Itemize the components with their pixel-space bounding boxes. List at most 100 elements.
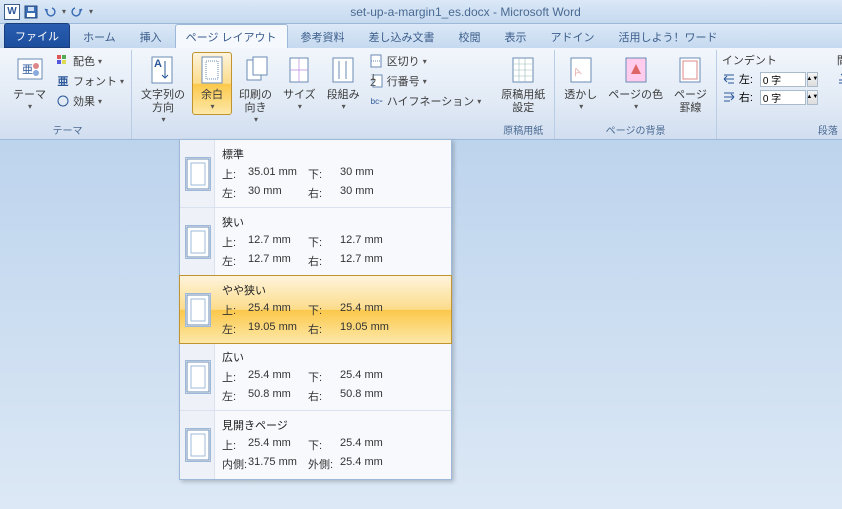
colors-icon: [55, 53, 71, 69]
margin-option-0[interactable]: 標準 上:35.01 mm下:30 mm 左:30 mm右:30 mm: [180, 140, 451, 208]
spinner[interactable]: ▲▼: [807, 90, 818, 105]
tab-home[interactable]: ホーム: [72, 24, 127, 48]
themes-button[interactable]: 亜 テーマ ▾: [9, 52, 50, 115]
group-genkou-label: 原稿用紙: [497, 121, 549, 139]
theme-fonts-button[interactable]: 亜フォント▾: [53, 72, 126, 90]
page-borders-button[interactable]: ページ 罫線: [670, 52, 711, 118]
effects-label: 効果: [73, 93, 95, 109]
indent-heading: インデント: [722, 52, 819, 68]
spinner[interactable]: ▲▼: [807, 72, 818, 87]
tab-extra[interactable]: 活用しよう！ワード: [608, 24, 729, 48]
page-color-button[interactable]: ページの色▾: [604, 52, 667, 115]
hyphenation-button[interactable]: bc-ハイフネーション▾: [367, 92, 484, 110]
tab-review[interactable]: 校閲: [448, 24, 492, 48]
theme-colors-button[interactable]: 配色▾: [53, 52, 126, 70]
ribbon-tabs: ファイル ホーム 挿入 ページ レイアウト 参考資料 差し込み文書 校閲 表示 …: [0, 24, 842, 48]
tab-view[interactable]: 表示: [494, 24, 538, 48]
tab-mailings[interactable]: 差し込み文書: [358, 24, 446, 48]
group-themes-label: テーマ: [9, 121, 126, 139]
group-themes: 亜 テーマ ▾ 配色▾ 亜フォント▾ 効果▾ テーマ: [4, 50, 132, 139]
tab-page-layout[interactable]: ページ レイアウト: [175, 24, 288, 48]
indent-right-input[interactable]: [760, 90, 806, 105]
line-numbers-icon: 12: [369, 73, 385, 89]
chevron-down-icon: ▾: [28, 102, 32, 112]
indent-left-label: 左:: [739, 71, 759, 87]
genkou-label: 原稿用紙 設定: [501, 89, 545, 115]
group-genkou: 原稿用紙 設定 原稿用紙: [492, 50, 555, 139]
page-borders-icon: [674, 55, 706, 87]
page-color-icon: [620, 55, 652, 87]
themes-label: テーマ: [13, 89, 46, 102]
margin-thumb-icon: [185, 360, 211, 394]
title-bar: W ▾ ▾ set-up-a-margin1_es.docx - Microso…: [0, 0, 842, 24]
watermark-button[interactable]: A透かし▾: [560, 52, 601, 115]
size-label: サイズ: [283, 89, 316, 102]
margin-option-values: 上:12.7 mm下:12.7 mm 左:12.7 mm右:12.7 mm: [222, 234, 443, 269]
tab-addin[interactable]: アドイン: [540, 24, 606, 48]
columns-label: 段組み: [327, 89, 360, 102]
ribbon: 亜 テーマ ▾ 配色▾ 亜フォント▾ 効果▾ テーマ A文字列の 方向▾ 余白▾…: [0, 48, 842, 140]
breaks-label: 区切り: [387, 53, 420, 69]
margin-option-title: やや狭い: [222, 282, 443, 298]
group-paragraph: インデント 左: ▲▼ 右: ▲▼ 間隔 前:: [717, 50, 842, 139]
indent-left-icon: [722, 72, 738, 86]
margin-option-title: 広い: [222, 349, 443, 365]
indent-left-input[interactable]: [760, 72, 806, 87]
margin-thumb-icon: [185, 225, 211, 259]
genkou-button[interactable]: 原稿用紙 設定: [497, 52, 549, 118]
margin-thumb-icon: [185, 428, 211, 462]
orientation-button[interactable]: 印刷の 向き▾: [235, 52, 276, 128]
fonts-icon: 亜: [55, 73, 71, 89]
svg-text:亜: 亜: [22, 64, 33, 76]
size-button[interactable]: サイズ▾: [279, 52, 320, 115]
tab-file[interactable]: ファイル: [4, 23, 70, 48]
text-direction-label: 文字列の 方向: [141, 89, 185, 115]
watermark-icon: A: [565, 55, 597, 87]
window-title: set-up-a-margin1_es.docx - Microsoft Wor…: [93, 5, 838, 19]
columns-icon: [327, 55, 359, 87]
orientation-label: 印刷の 向き: [239, 89, 272, 115]
group-page-setup: A文字列の 方向▾ 余白▾ 印刷の 向き▾ サイズ▾ 段組み▾ 区切り▾ 12行…: [132, 50, 488, 139]
hyphenation-icon: bc-: [369, 93, 385, 109]
themes-icon: 亜: [14, 55, 46, 87]
group-background-label: ページの背景: [560, 121, 711, 139]
margin-option-title: 見開きページ: [222, 417, 443, 433]
hyphenation-label: ハイフネーション: [387, 93, 475, 109]
margin-option-values: 上:35.01 mm下:30 mm 左:30 mm右:30 mm: [222, 166, 443, 201]
spacing-heading: 間隔: [837, 52, 842, 68]
margin-option-title: 標準: [222, 146, 443, 162]
app-icon[interactable]: W: [4, 4, 20, 20]
undo-dropdown-icon[interactable]: ▾: [62, 7, 66, 16]
watermark-label: 透かし: [564, 89, 597, 102]
margin-option-1[interactable]: 狭い 上:12.7 mm下:12.7 mm 左:12.7 mm右:12.7 mm: [180, 208, 451, 276]
margins-button[interactable]: 余白▾: [192, 52, 232, 115]
fonts-label: フォント: [73, 73, 117, 89]
colors-label: 配色: [73, 53, 95, 69]
indent-right-icon: [722, 90, 738, 104]
tab-references[interactable]: 参考資料: [290, 24, 356, 48]
indent-right-label: 右:: [739, 89, 759, 105]
undo-icon[interactable]: [42, 4, 58, 20]
breaks-button[interactable]: 区切り▾: [367, 52, 484, 70]
spacing-before-icon: [837, 72, 842, 86]
tab-insert[interactable]: 挿入: [129, 24, 173, 48]
effects-icon: [55, 93, 71, 109]
columns-button[interactable]: 段組み▾: [323, 52, 364, 115]
group-paragraph-label: 段落: [722, 121, 842, 139]
text-direction-button[interactable]: A文字列の 方向▾: [137, 52, 189, 128]
margins-label: 余白: [201, 89, 223, 102]
theme-effects-button[interactable]: 効果▾: [53, 92, 126, 110]
margin-option-values: 上:25.4 mm下:25.4 mm 内側:31.75 mm外側:25.4 mm: [222, 437, 443, 472]
margin-option-4[interactable]: 見開きページ 上:25.4 mm下:25.4 mm 内側:31.75 mm外側:…: [180, 411, 451, 479]
margin-option-2[interactable]: やや狭い 上:25.4 mm下:25.4 mm 左:19.05 mm右:19.0…: [179, 275, 452, 344]
margin-thumb-icon: [185, 157, 211, 191]
margin-option-3[interactable]: 広い 上:25.4 mm下:25.4 mm 左:50.8 mm右:50.8 mm: [180, 343, 451, 411]
text-direction-icon: A: [147, 55, 179, 87]
margin-thumb-icon: [185, 293, 211, 327]
margin-option-values: 上:25.4 mm下:25.4 mm 左:19.05 mm右:19.05 mm: [222, 302, 443, 337]
save-icon[interactable]: [23, 4, 39, 20]
redo-icon[interactable]: [69, 4, 85, 20]
line-numbers-button[interactable]: 12行番号▾: [367, 72, 484, 90]
margin-option-values: 上:25.4 mm下:25.4 mm 左:50.8 mm右:50.8 mm: [222, 369, 443, 404]
genkou-icon: [507, 55, 539, 87]
